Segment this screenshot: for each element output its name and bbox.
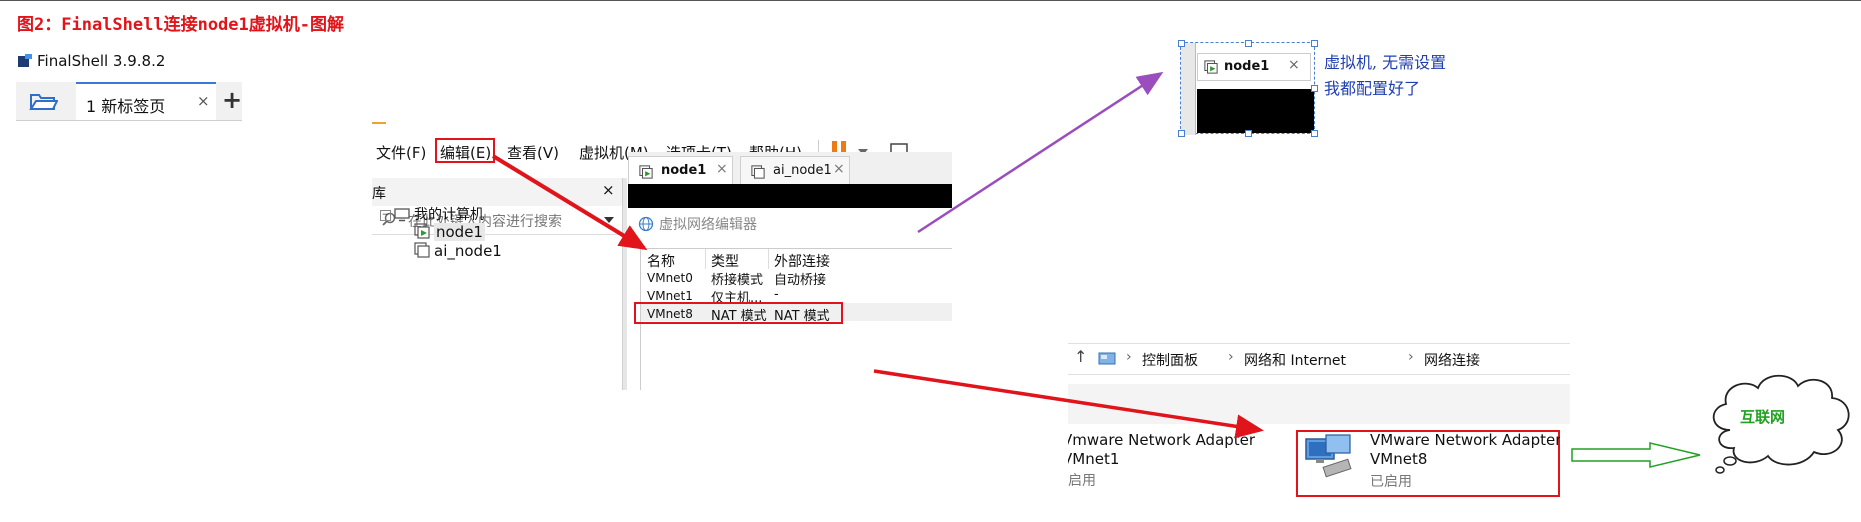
resize-handle <box>1178 130 1185 137</box>
column-header-type[interactable]: 类型 <box>711 251 739 271</box>
snip-tab-label: node1 <box>1224 59 1270 74</box>
close-icon[interactable]: × <box>833 161 845 177</box>
figure-title: 图2：FinalShell连接node1虚拟机-图解 <box>17 15 344 35</box>
snip-console-screen <box>1197 89 1314 133</box>
vm-tab-bar: node1 × ai_node1 × <box>628 152 952 186</box>
vm-running-icon <box>414 223 430 239</box>
finalshell-tab-bar: 1 新标签页 × + <box>16 82 242 121</box>
tab-node1[interactable]: node1 × <box>628 156 733 186</box>
snip-tab-node1[interactable]: node1 × <box>1197 53 1311 81</box>
tree-my-computer[interactable]: 我的计算机 <box>414 204 484 224</box>
breadcrumb-control-panel[interactable]: 控制面板 <box>1142 350 1198 370</box>
column-header-name[interactable]: 名称 <box>647 251 675 271</box>
computer-icon <box>394 208 410 222</box>
tab-node1-label: node1 <box>661 163 707 178</box>
tree-item-node1[interactable]: node1 <box>434 223 485 241</box>
adapter8-net: VMnet8 <box>1370 450 1428 468</box>
annotation-line-1: 虚拟机, 无需设置 <box>1324 53 1447 72</box>
vm-running-icon <box>639 165 653 179</box>
resize-handle <box>1311 85 1318 92</box>
network-adapter-icon <box>1305 434 1352 478</box>
library-close-icon[interactable]: × <box>602 181 615 199</box>
tab-ai-node1[interactable]: ai_node1 × <box>740 156 850 186</box>
resize-handle <box>1245 130 1252 137</box>
finalshell-tab-label: 1 新标签页 <box>86 97 166 116</box>
vm-icon <box>414 242 430 258</box>
adapter1-name: Vmware Network Adapter <box>1068 431 1256 449</box>
vmnet8-highlight-box <box>634 302 843 324</box>
menu-file[interactable]: 文件(F) <box>376 142 426 163</box>
menu-view[interactable]: 查看(V) <box>507 142 559 163</box>
cell-vmnet1-ext[interactable]: - <box>774 287 779 302</box>
library-header: 库 × <box>372 178 622 206</box>
finalshell-app-title: FinalShell 3.9.8.2 <box>18 52 165 70</box>
finalshell-version-label: FinalShell 3.9.8.2 <box>37 52 166 70</box>
close-icon[interactable]: × <box>716 161 728 177</box>
library-title: 库 <box>372 186 386 202</box>
vmware-window: 文件(F) 编辑(E) 查看(V) 虚拟机(M) 选项卡(T) 帮助(H) 库 … <box>372 122 952 390</box>
tree-collapse-icon[interactable]: − <box>380 210 391 221</box>
finalshell-logo-icon <box>18 54 32 67</box>
adapter1-status: 启用 <box>1068 473 1096 489</box>
breadcrumb-separator: › <box>1408 349 1414 365</box>
pane-splitter[interactable] <box>622 178 627 390</box>
breadcrumb-network-connections[interactable]: 网络连接 <box>1424 350 1480 370</box>
network-address-bar: ↑ › 控制面板 › 网络和 Internet › 网络连接 <box>1068 343 1570 375</box>
resize-handle <box>1311 130 1318 137</box>
menu-edit-highlight <box>435 138 495 163</box>
adapter1-net: VMnet1 <box>1068 450 1120 468</box>
network-editor-title: 虚拟网络编辑器 <box>659 217 757 233</box>
arrow-vm-to-snip <box>917 71 1164 234</box>
cell-vmnet0-type[interactable]: 桥接模式 <box>711 269 763 288</box>
annotation-note: 虚拟机, 无需设置 我都配置好了 <box>1324 50 1446 102</box>
breadcrumb-separator: › <box>1126 349 1132 365</box>
annotation-line-2: 我都配置好了 <box>1324 79 1421 98</box>
folder-open-icon[interactable] <box>28 90 58 112</box>
column-divider <box>705 249 706 269</box>
close-icon[interactable]: × <box>197 92 210 110</box>
node1-tab-snip: node1 × <box>1178 40 1318 137</box>
globe-icon <box>638 216 654 232</box>
vm-console-screen[interactable] <box>628 184 952 208</box>
network-list-header-bg <box>1068 384 1570 424</box>
search-dropdown-icon[interactable] <box>604 217 614 223</box>
resize-handle <box>1178 40 1185 47</box>
up-arrow-icon[interactable]: ↑ <box>1074 347 1087 366</box>
cell-vmnet1-name[interactable]: VMnet1 <box>647 289 693 303</box>
top-border-line <box>0 0 1861 1</box>
add-tab-button[interactable]: + <box>222 86 242 114</box>
arrow-adapter-to-internet <box>1571 442 1701 468</box>
resize-handle <box>1245 40 1252 47</box>
adapter-vmnet1[interactable]: Vmware Network Adapter VMnet1 启用 <box>1068 428 1268 498</box>
breadcrumb-separator: › <box>1228 349 1234 365</box>
control-panel-icon <box>1098 352 1116 365</box>
breadcrumb-network-internet[interactable]: 网络和 Internet <box>1244 350 1346 370</box>
adapter8-status: 已启用 <box>1370 474 1412 490</box>
column-divider <box>768 249 769 269</box>
internet-label: 互联网 <box>1740 408 1786 426</box>
finalshell-new-tab[interactable]: 1 新标签页 × <box>76 82 216 120</box>
vm-icon <box>751 165 765 179</box>
tree-item-ai-node1[interactable]: ai_node1 <box>434 242 502 260</box>
column-header-external[interactable]: 外部连接 <box>774 251 830 271</box>
cell-vmnet0-name[interactable]: VMnet0 <box>647 271 693 285</box>
vm-running-icon <box>1204 60 1218 74</box>
tab-ai-node1-label: ai_node1 <box>773 163 832 178</box>
window-accent <box>372 122 386 124</box>
resize-handle <box>1311 40 1318 47</box>
adapter8-name: VMware Network Adapter <box>1370 431 1560 449</box>
close-icon[interactable]: × <box>1288 57 1300 73</box>
snip-sidebar <box>1181 43 1196 135</box>
cell-vmnet0-ext[interactable]: 自动桥接 <box>774 269 826 288</box>
adapter-vmnet8[interactable]: VMware Network Adapter VMnet8 已启用 <box>1370 430 1560 496</box>
